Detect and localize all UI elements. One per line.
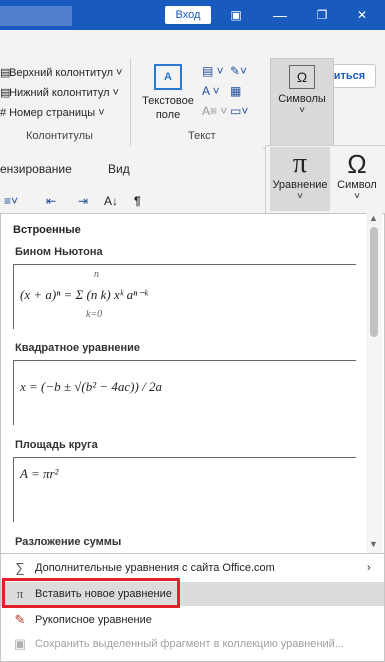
scroll-down-icon[interactable]: ▼ bbox=[369, 539, 378, 549]
equation-title: Площадь круга bbox=[15, 439, 98, 451]
datetime-icon[interactable]: ▦ bbox=[230, 84, 241, 98]
chevron-down-icon: ˅ bbox=[299, 105, 305, 116]
tab-review[interactable]: ензирование bbox=[0, 162, 72, 176]
outdent-icon[interactable]: ⇥ bbox=[78, 194, 88, 208]
group-label-text: Текст bbox=[188, 130, 216, 142]
highlight-annotation-box bbox=[2, 578, 180, 608]
equation-button[interactable]: π Уравнение ˅ bbox=[270, 147, 330, 211]
symbols-button[interactable]: Ω Символы ˅ bbox=[270, 58, 334, 148]
ribbon-display-icon[interactable]: — bbox=[270, 6, 290, 24]
scroll-thumb[interactable] bbox=[370, 227, 378, 337]
dropcap-icon[interactable]: A≡ ˅ bbox=[202, 104, 227, 118]
object-icon[interactable]: ▭˅ bbox=[230, 104, 248, 118]
menu-item-more-equations[interactable]: ∑ Дополнительные уравнения с сайта Offic… bbox=[1, 556, 384, 580]
sort-icon[interactable]: A↓ bbox=[104, 194, 118, 208]
chevron-right-icon: › bbox=[367, 562, 371, 574]
group-divider bbox=[130, 58, 131, 146]
sum-icon: ∑ bbox=[15, 560, 25, 575]
equation-circle-area[interactable]: A = πr² bbox=[13, 457, 356, 522]
omega-icon: Ω bbox=[347, 149, 367, 179]
page-number-menu[interactable]: # Номер страницы ˅ bbox=[0, 104, 105, 122]
pen-icon: ✎ bbox=[14, 612, 26, 627]
menu-item-ink-equation[interactable]: ✎ Рукописное уравнение bbox=[1, 608, 384, 632]
ribbon: ⇪ Поделиться ▤ Верхний колонтитул ˅ ▤ Ни… bbox=[0, 30, 385, 149]
save-gallery-icon: ▣ bbox=[13, 636, 27, 651]
close-icon[interactable]: ✕ bbox=[352, 6, 372, 24]
header-icon: ▤ bbox=[0, 67, 11, 79]
symbol-button[interactable]: Ω Символ ˅ bbox=[332, 147, 382, 211]
omega-icon: Ω bbox=[289, 65, 315, 89]
page-number-icon: # bbox=[0, 107, 7, 119]
list-icon[interactable]: ≡˅ bbox=[4, 194, 18, 208]
equation-title: Разложение суммы bbox=[15, 536, 122, 548]
pilcrow-icon[interactable]: ¶ bbox=[134, 194, 141, 208]
login-button[interactable]: Вход bbox=[165, 6, 211, 24]
textbox-icon: A bbox=[154, 64, 182, 90]
footer-menu[interactable]: ▤ Нижний колонтитул ˅ bbox=[0, 84, 119, 102]
restore-icon[interactable]: ❐ bbox=[312, 6, 332, 24]
title-search-box[interactable] bbox=[0, 6, 72, 26]
tab-view[interactable]: Вид bbox=[108, 162, 130, 176]
equation-gallery: Встроенные Бином Ньютона (x + a)ⁿ = Σ (n… bbox=[0, 213, 385, 555]
textbox-button[interactable]: A Текстовое поле bbox=[140, 64, 196, 122]
title-bar: Вход ▣ ❐ ✕ — bbox=[0, 0, 385, 30]
gallery-scrollbar[interactable]: ▲ ▼ bbox=[366, 213, 382, 553]
equation-title: Квадратное уравнение bbox=[15, 342, 141, 354]
gallery-heading: Встроенные bbox=[13, 224, 81, 236]
indent-icon[interactable]: ⇤ bbox=[46, 194, 56, 208]
wordart-icon[interactable]: A ˅ bbox=[202, 84, 220, 98]
signature-icon[interactable]: ✎˅ bbox=[230, 64, 247, 78]
group-label-header-footer: Колонтитулы bbox=[26, 130, 93, 142]
footer-icon: ▤ bbox=[0, 87, 11, 99]
chevron-down-icon: ˅ bbox=[354, 191, 360, 202]
menu-item-save-selection[interactable]: ▣ Сохранить выделенный фрагмент в коллек… bbox=[1, 632, 384, 656]
equation-binomial[interactable]: (x + a)ⁿ = Σ (n k) xᵏ aⁿ⁻ᵏ n k=0 bbox=[13, 264, 356, 329]
header-menu[interactable]: ▤ Верхний колонтитул ˅ bbox=[0, 64, 122, 82]
pi-icon: π bbox=[292, 148, 308, 179]
equation-quadratic[interactable]: x = (−b ± √(b² − 4ac)) / 2a bbox=[13, 360, 356, 425]
minimize-icon[interactable]: ▣ bbox=[226, 6, 246, 24]
quick-parts-icon[interactable]: ▤ ˅ bbox=[202, 64, 224, 78]
doc-strip: ензирование Вид ≡˅ ⇤ ⇥ A↓ ¶ bbox=[0, 148, 262, 218]
equation-title: Бином Ньютона bbox=[15, 246, 103, 258]
chevron-down-icon: ˅ bbox=[297, 191, 303, 202]
scroll-up-icon[interactable]: ▲ bbox=[369, 213, 378, 223]
